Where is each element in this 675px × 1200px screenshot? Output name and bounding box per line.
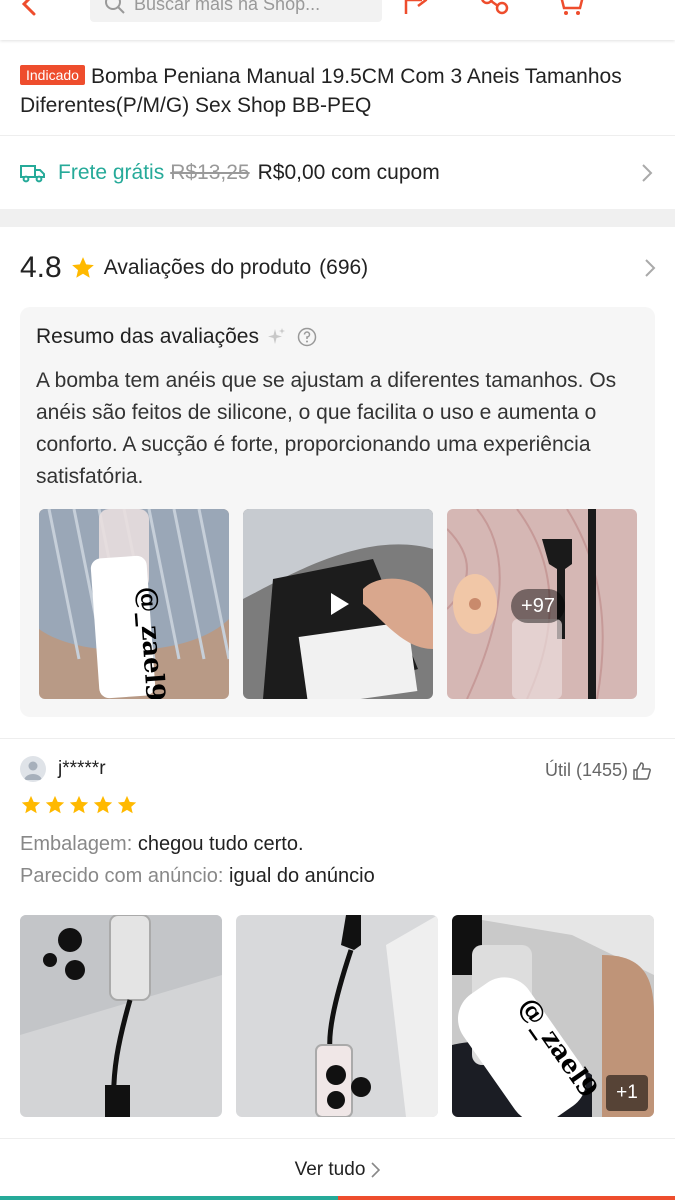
star-icon: [71, 257, 94, 278]
review-photo[interactable]: [20, 915, 222, 1117]
truck-icon: [20, 165, 45, 183]
ratings-header[interactable]: 4.8 Avaliações do produto (696): [20, 248, 660, 288]
summary-title: Resumo das avaliações: [36, 325, 259, 348]
see-all-button[interactable]: Ver tudo: [0, 1138, 675, 1200]
useful-label: Útil (1455): [544, 760, 628, 780]
similar-attribute: Parecido com anúncio: igual do anúncio: [20, 860, 660, 892]
search-input[interactable]: Buscar mais na Shop...: [90, 0, 382, 22]
review-photo[interactable]: [236, 915, 438, 1117]
product-title-text: Bomba Peniana Manual 19.5CM Com 3 Aneis …: [20, 65, 622, 117]
star-icon: [69, 795, 89, 814]
thumbs-up-icon: [633, 761, 651, 780]
summary-media-row: @_zael9 +97: [39, 509, 637, 699]
review-star-rating: [20, 794, 660, 816]
section-divider: [0, 209, 675, 227]
product-title: Indicado Bomba Peniana Manual 19.5CM Com …: [20, 62, 655, 120]
chevron-right-icon: [371, 1161, 381, 1178]
similar-key: Parecido com anúncio:: [20, 865, 224, 887]
product-title-section: Indicado Bomba Peniana Manual 19.5CM Com …: [0, 40, 675, 136]
review-photo-more[interactable]: @_zael9 +1: [452, 915, 654, 1117]
recommended-badge: Indicado: [20, 65, 85, 85]
divider: [0, 738, 675, 739]
more-photos-count: +1: [606, 1075, 648, 1111]
sparkle-icon: [267, 328, 285, 344]
old-shipping-price: R$13,25: [170, 161, 250, 184]
star-icon: [45, 795, 65, 814]
search-placeholder: Buscar mais na Shop...: [134, 0, 321, 14]
star-icon: [93, 795, 113, 814]
coupon-shipping-price: R$0,00 com cupom: [257, 161, 440, 184]
chevron-right-icon: [642, 164, 653, 182]
avatar[interactable]: [20, 756, 46, 782]
packaging-key: Embalagem:: [20, 833, 133, 855]
summary-text: A bomba tem anéis que se ajustam a difer…: [36, 369, 617, 488]
review-item: j*****r Útil (1455) Embalagem: chegou tu…: [20, 756, 660, 892]
similar-value: igual do anúncio: [229, 865, 375, 887]
star-icon: [21, 795, 41, 814]
cart-icon[interactable]: [552, 0, 586, 18]
play-icon[interactable]: [323, 589, 353, 619]
more-options-icon[interactable]: [620, 0, 654, 18]
bottom-action-bar-edge: [0, 1196, 675, 1200]
review-summary-card: Resumo das avaliações A bomba tem anéis …: [20, 307, 655, 717]
shipping-row[interactable]: Frete grátis R$13,25 R$0,00 com cupom: [0, 137, 675, 209]
more-media-count: +97: [511, 589, 565, 623]
share-icon[interactable]: [402, 0, 436, 18]
reviewer-name: j*****r: [58, 758, 106, 779]
ratings-count: (696): [319, 256, 369, 279]
useful-button[interactable]: Útil (1455): [545, 760, 652, 781]
search-icon: [105, 0, 125, 14]
review-photos-row: @_zael9 +1: [20, 915, 654, 1117]
help-icon[interactable]: [297, 327, 317, 347]
ratings-label: Avaliações do produto: [103, 256, 312, 279]
back-arrow-icon[interactable]: [18, 0, 46, 18]
review-photo-more[interactable]: +97: [447, 509, 637, 699]
rating-score: 4.8: [20, 251, 62, 284]
review-video[interactable]: [243, 509, 433, 699]
compare-icon[interactable]: [478, 0, 512, 18]
top-navigation-bar: Buscar mais na Shop...: [0, 0, 675, 40]
packaging-value: chegou tudo certo.: [137, 833, 304, 855]
review-photo[interactable]: @_zael9: [39, 509, 229, 699]
star-icon: [117, 795, 137, 814]
free-shipping-label: Frete grátis: [58, 161, 165, 184]
see-all-label: Ver tudo: [294, 1158, 366, 1180]
chevron-right-icon: [645, 259, 656, 277]
packaging-attribute: Embalagem: chegou tudo certo.: [20, 828, 660, 860]
